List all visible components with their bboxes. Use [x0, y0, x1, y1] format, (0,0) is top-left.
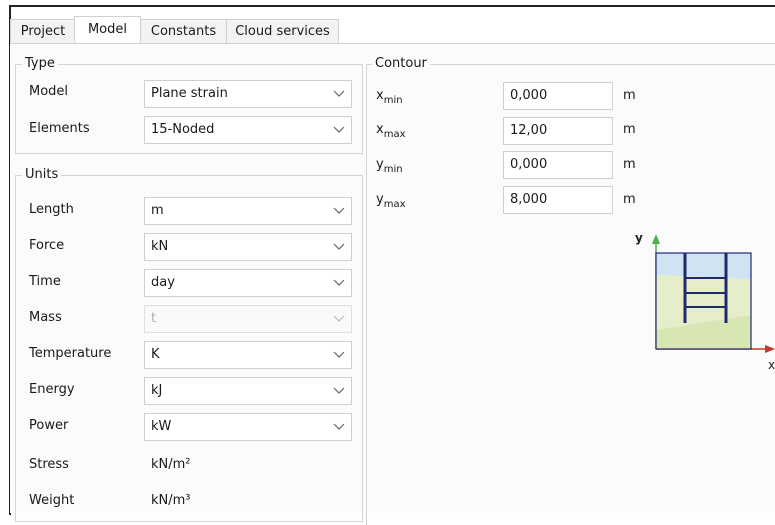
- power-label: Power: [29, 418, 69, 433]
- weight-value: kN/m³: [151, 493, 191, 508]
- chevron-down-icon: [333, 126, 345, 133]
- ymin-label: ymin: [376, 157, 403, 175]
- chevron-down-icon: [333, 90, 345, 97]
- stress-label: Stress: [29, 457, 69, 472]
- ymax-label: ymax: [376, 192, 406, 210]
- chevron-down-icon: [333, 387, 345, 394]
- ymin-input[interactable]: 0,000: [503, 151, 613, 179]
- model-dropdown-value: Plane strain: [151, 86, 228, 101]
- force-label: Force: [29, 238, 65, 253]
- chevron-down-icon: [333, 243, 345, 250]
- model-panel: Type Model Plane strain Elements 15-Node…: [10, 44, 775, 525]
- chevron-down-icon: [333, 351, 345, 358]
- elements-dropdown[interactable]: 15-Noded: [144, 116, 352, 144]
- ymin-unit: m: [623, 157, 636, 172]
- chevron-down-icon: [333, 279, 345, 286]
- mass-value: t: [151, 311, 157, 326]
- y-axis-label: y: [635, 231, 643, 245]
- energy-value: kJ: [151, 383, 163, 398]
- elements-label: Elements: [29, 121, 90, 136]
- xmax-unit: m: [623, 122, 636, 137]
- energy-dropdown[interactable]: kJ: [144, 377, 352, 405]
- tab-constants[interactable]: Constants: [139, 19, 228, 44]
- ymax-unit: m: [623, 192, 636, 207]
- units-legend: Units: [22, 167, 62, 182]
- tab-project[interactable]: Project: [10, 19, 76, 44]
- model-label: Model: [29, 84, 69, 99]
- chevron-down-icon: [333, 423, 345, 430]
- x-axis-arrow-icon: [765, 345, 775, 353]
- weight-label: Weight: [29, 493, 75, 508]
- energy-label: Energy: [29, 382, 75, 397]
- mass-dropdown: t: [144, 305, 352, 333]
- chevron-down-icon: [333, 315, 345, 322]
- temperature-label: Temperature: [29, 346, 112, 361]
- model-dropdown[interactable]: Plane strain: [144, 80, 352, 108]
- x-axis-label: x: [768, 358, 775, 370]
- ymax-input[interactable]: 8,000: [503, 186, 613, 214]
- length-label: Length: [29, 202, 74, 217]
- time-dropdown[interactable]: day: [144, 269, 352, 297]
- power-dropdown[interactable]: kW: [144, 413, 352, 441]
- tab-model[interactable]: Model: [74, 16, 141, 42]
- xmin-input[interactable]: 0,000: [503, 82, 613, 110]
- type-legend: Type: [22, 56, 58, 71]
- temperature-dropdown[interactable]: K: [144, 341, 352, 369]
- stress-value: kN/m²: [151, 457, 191, 472]
- time-label: Time: [29, 274, 61, 289]
- temperature-value: K: [151, 347, 160, 362]
- xmin-unit: m: [623, 88, 636, 103]
- xmin-label: xmin: [376, 88, 403, 106]
- xmax-input[interactable]: 12,00: [503, 117, 613, 145]
- tab-cloud-services[interactable]: Cloud services: [226, 19, 339, 44]
- time-value: day: [151, 275, 175, 290]
- power-value: kW: [151, 419, 172, 434]
- tab-strip: Project Model Constants Cloud services: [10, 16, 775, 44]
- chevron-down-icon: [333, 207, 345, 214]
- contour-legend: Contour: [372, 56, 430, 71]
- water-region: [656, 253, 751, 279]
- force-value: kN: [151, 239, 169, 254]
- elements-dropdown-value: 15-Noded: [151, 122, 215, 137]
- mass-label: Mass: [29, 310, 62, 325]
- length-value: m: [151, 203, 164, 218]
- geometry-preview: y x: [635, 231, 775, 370]
- force-dropdown[interactable]: kN: [144, 233, 352, 261]
- length-dropdown[interactable]: m: [144, 197, 352, 225]
- xmax-label: xmax: [376, 122, 406, 140]
- y-axis-arrow-icon: [652, 234, 660, 244]
